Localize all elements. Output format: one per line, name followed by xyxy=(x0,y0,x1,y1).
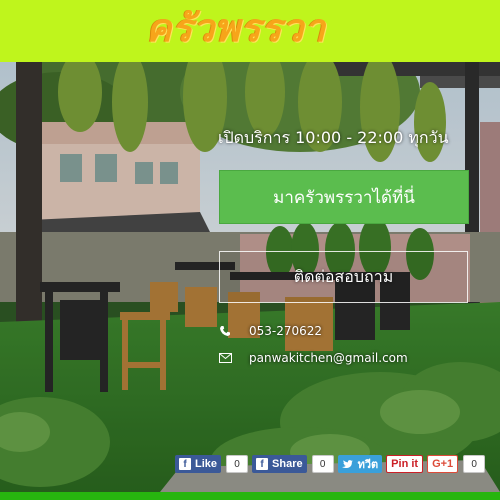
social-share-bar: f Like 0 f Share 0 ทวีต Pin it G+1 0 xyxy=(175,455,486,473)
twitter-tweet-button[interactable]: ทวีต xyxy=(337,455,383,473)
facebook-share-button[interactable]: f Share xyxy=(252,455,307,473)
footer-bar xyxy=(0,492,500,500)
pinterest-pin-button[interactable]: Pin it xyxy=(386,455,424,473)
email-contact[interactable]: panwakitchen@gmail.com xyxy=(218,351,408,365)
facebook-like-button[interactable]: f Like xyxy=(175,455,222,473)
site-header: ครัวพรรวา xyxy=(0,0,500,62)
google-plus-count: 0 xyxy=(463,455,486,473)
find-us-button[interactable]: มาครัวพรรวาได้ที่นี่ xyxy=(219,170,469,224)
email-address: panwakitchen@gmail.com xyxy=(249,351,408,365)
facebook-icon: f xyxy=(256,458,269,470)
facebook-like-count: 0 xyxy=(226,455,249,473)
phone-icon xyxy=(218,324,232,338)
twitter-bird-icon xyxy=(342,458,354,470)
page: ครัวพรรวา เปิดบริการ 10:00 - 22:00 ทุกวั… xyxy=(0,0,500,500)
contact-us-button[interactable]: ติดต่อสอบถาม xyxy=(219,251,468,303)
phone-contact[interactable]: 053-270622 xyxy=(218,324,322,338)
phone-number: 053-270622 xyxy=(249,324,323,338)
envelope-icon xyxy=(218,351,232,365)
facebook-icon: f xyxy=(179,458,191,470)
facebook-share-count: 0 xyxy=(311,455,334,473)
brand-logo-text[interactable]: ครัวพรรวา xyxy=(146,4,326,52)
google-plus-button[interactable]: G+1 xyxy=(427,455,459,473)
opening-hours-text: เปิดบริการ 10:00 - 22:00 ทุกวัน xyxy=(218,128,449,147)
